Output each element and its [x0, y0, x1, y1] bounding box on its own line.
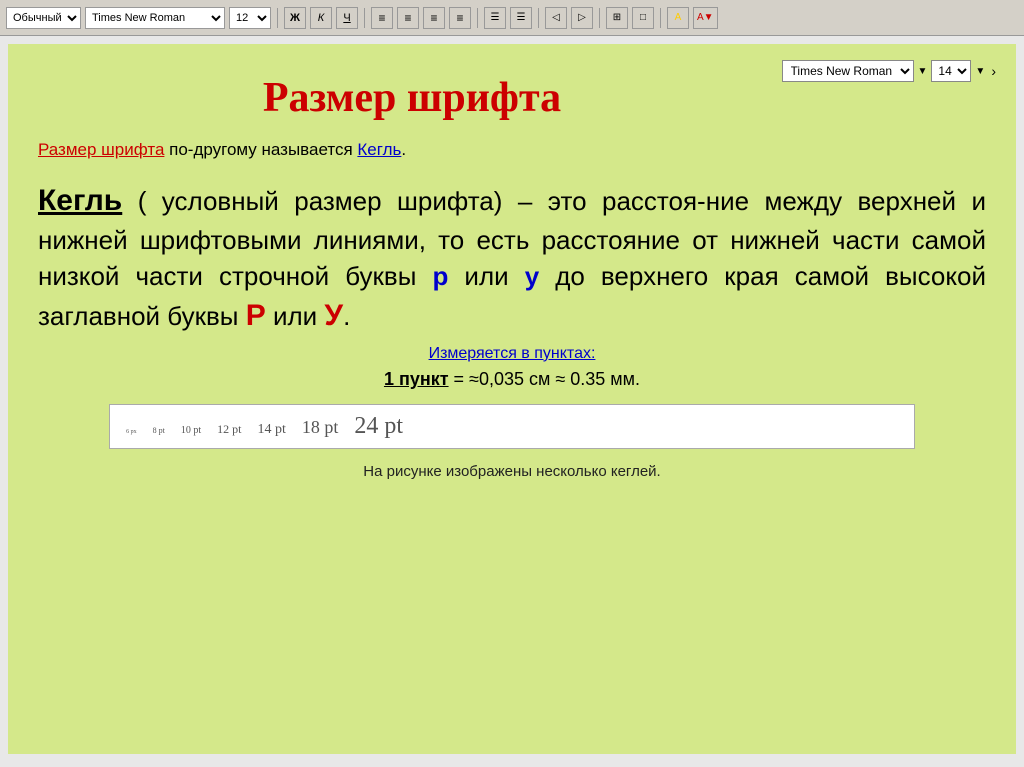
subtitle-end: .: [401, 140, 406, 159]
border-button[interactable]: □: [632, 7, 654, 29]
separator-6: [660, 8, 661, 28]
subtitle-line: Размер шрифта по-другому называется Кегл…: [38, 140, 986, 160]
kegl-term: Кегль: [38, 184, 122, 217]
one-point-line: 1 пункт = ≈0,035 см ≈ 0.35 мм.: [38, 369, 986, 390]
list-icon: ☰: [491, 12, 500, 23]
font-color-button[interactable]: A▼: [693, 7, 718, 29]
decrease-indent-button[interactable]: ◁: [545, 7, 567, 29]
separator-4: [538, 8, 539, 28]
ordered-list-icon: ☰: [517, 12, 526, 23]
font-size-box-select[interactable]: 14: [931, 60, 971, 82]
letter-y: у: [525, 261, 539, 291]
more-icon: ›: [991, 63, 996, 79]
toolbar: Обычный Times New Roman 12 Ж К Ч ≡ ≡ ≡ ≡…: [0, 0, 1024, 36]
font-color-icon: A▼: [697, 12, 714, 23]
measured-label: Измеряется в пунктах:: [38, 345, 986, 363]
size-6pt: 6 рх: [126, 429, 137, 435]
font-size-select[interactable]: 12: [229, 7, 271, 29]
subtitle-text: по-другому называется: [164, 140, 357, 159]
table-icon: ⊞: [613, 12, 621, 23]
size-dropdown-arrow-icon: ▼: [975, 66, 985, 77]
sizes-box: 6 рх 8 pt 10 pt 12 pt 14 pt 18 pt 24 pt: [109, 404, 915, 449]
subtitle-link-kegl: Кегль: [357, 140, 401, 159]
letter-Y-big: У: [324, 299, 343, 332]
paragraph-text-2: или: [448, 261, 524, 291]
dropdown-arrow-icon: ▼: [918, 66, 928, 77]
size-24pt: 24 pt: [354, 413, 403, 440]
align-left-button[interactable]: ≡: [371, 7, 393, 29]
increase-indent-button[interactable]: ▷: [571, 7, 593, 29]
separator-5: [599, 8, 600, 28]
font-select[interactable]: Times New Roman: [85, 7, 225, 29]
letter-p: р: [432, 261, 448, 291]
font-box-select[interactable]: Times New Roman: [782, 60, 914, 82]
letter-P-big: Р: [246, 299, 266, 332]
main-paragraph: Кегль ( условный размер шрифта) – это ра…: [38, 180, 986, 337]
highlight-icon: A: [675, 12, 682, 23]
highlight-button[interactable]: A: [667, 7, 689, 29]
decrease-indent-icon: ◁: [552, 12, 560, 23]
align-left-icon: ≡: [378, 11, 385, 25]
align-center-icon: ≡: [404, 11, 411, 25]
paragraph-text-4: или: [266, 301, 325, 331]
size-18pt: 18 pt: [302, 417, 339, 438]
style-select[interactable]: Обычный: [6, 7, 81, 29]
align-right-icon: ≡: [430, 11, 437, 25]
separator-2: [364, 8, 365, 28]
table-button[interactable]: ⊞: [606, 7, 628, 29]
separator-3: [477, 8, 478, 28]
separator-1: [277, 8, 278, 28]
sizes-caption: На рисунке изображены несколько кеглей.: [38, 463, 986, 480]
align-right-button[interactable]: ≡: [423, 7, 445, 29]
italic-button[interactable]: К: [310, 7, 332, 29]
content-area: Times New Roman ▼ 14 ▼ › Размер шрифта Р…: [8, 44, 1016, 754]
increase-indent-icon: ▷: [578, 12, 586, 23]
bold-button[interactable]: Ж: [284, 7, 306, 29]
align-center-button[interactable]: ≡: [397, 7, 419, 29]
paragraph-end: .: [343, 301, 350, 331]
font-box: Times New Roman ▼ 14 ▼ ›: [782, 60, 996, 82]
underline-button[interactable]: Ч: [336, 7, 358, 29]
subtitle-link-font-size: Размер шрифта: [38, 140, 164, 159]
size-10pt: 10 pt: [181, 425, 201, 436]
align-justify-icon: ≡: [456, 11, 463, 25]
align-justify-button[interactable]: ≡: [449, 7, 471, 29]
size-8pt: 8 pt: [153, 426, 165, 435]
ordered-list-button[interactable]: ☰: [510, 7, 532, 29]
size-12pt: 12 pt: [217, 422, 241, 437]
size-14pt: 14 pt: [257, 422, 285, 438]
one-point-eq: = ≈0,035 см ≈ 0.35 мм.: [449, 369, 640, 389]
list-button[interactable]: ☰: [484, 7, 506, 29]
one-point-label: 1 пункт: [384, 369, 449, 389]
border-icon: □: [640, 12, 646, 23]
